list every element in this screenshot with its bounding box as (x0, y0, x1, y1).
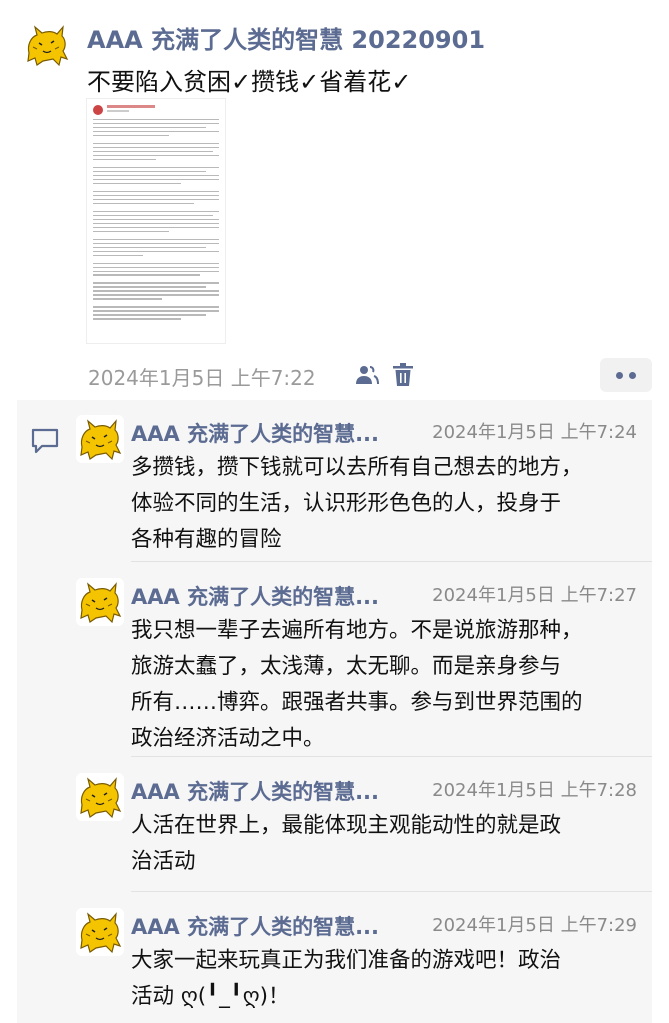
comment-author[interactable]: AAA 充满了人类的智慧... (131, 418, 379, 448)
trash-icon (393, 363, 413, 386)
post-text: 不要陷入贫困✓攒钱✓省着花✓ (87, 68, 412, 96)
post-timestamp: 2024年1月5日 上午7:22 (88, 366, 316, 390)
comment-divider (131, 756, 652, 757)
comment-text: 多攒钱，攒下钱就可以去所有自己想去的地方， 体验不同的生活，认识形形色色的人，投身… (131, 450, 646, 558)
comment-timestamp: 2024年1月5日 上午7:27 (432, 585, 637, 606)
more-dots-icon (616, 371, 623, 379)
comment-text-line: 大家一起来玩真正为我们准备的游戏吧！政治 (131, 948, 562, 973)
more-options-button[interactable] (600, 358, 652, 392)
comment-text-line: 政治经济活动之中。 (131, 726, 325, 751)
comment-author[interactable]: AAA 充满了人类的智慧... (131, 776, 379, 806)
comment-avatar[interactable] (76, 578, 124, 626)
comment-text-line: 治活动 (131, 849, 196, 874)
attached-document-thumbnail[interactable] (86, 98, 226, 344)
comment-text-line: 多攒钱，攒下钱就可以去所有自己想去的地方， (131, 455, 583, 480)
tiger-avatar-icon (80, 777, 122, 819)
comment-timestamp: 2024年1月5日 上午7:29 (432, 915, 637, 936)
comment-text-line: 我只想一辈子去遍所有地方。不是说旅游那种， (131, 618, 583, 643)
comment-avatar[interactable] (76, 773, 124, 821)
post-avatar[interactable] (20, 18, 74, 72)
comment-divider (131, 561, 652, 562)
comment-text-line: 人活在世界上，最能体现主观能动性的就是政 (131, 813, 562, 838)
tiger-avatar-icon (27, 25, 69, 67)
tiger-avatar-icon (80, 582, 122, 624)
comment-author[interactable]: AAA 充满了人类的智慧... (131, 911, 379, 941)
delete-button[interactable] (388, 360, 418, 390)
comment-avatar[interactable] (76, 908, 124, 956)
comment-divider (131, 891, 652, 892)
comment-text-line: 体验不同的生活，认识形形色色的人，投身于 (131, 491, 562, 516)
people-icon (356, 366, 379, 385)
comment-bubble-icon (31, 428, 59, 454)
tiger-avatar-icon (80, 912, 122, 954)
comment-timestamp: 2024年1月5日 上午7:24 (432, 422, 637, 443)
document-text-lines (93, 119, 219, 322)
comment-author[interactable]: AAA 充满了人类的智慧... (131, 581, 379, 611)
comment-text-line: 旅游太蠢了，太浅薄，太无聊。而是亲身参与 (131, 654, 562, 679)
document-logo-icon (93, 105, 103, 115)
comment-avatar[interactable] (76, 415, 124, 463)
tiger-avatar-icon (80, 419, 122, 461)
comment-text: 大家一起来玩真正为我们准备的游戏吧！政治 活动 ღ(╹_╹ღ)！ (131, 943, 646, 1015)
comment-text: 人活在世界上，最能体现主观能动性的就是政 治活动 (131, 808, 646, 880)
visibility-button[interactable] (352, 360, 382, 390)
comment-text: 我只想一辈子去遍所有地方。不是说旅游那种， 旅游太蠢了，太浅薄，太无聊。而是亲身参… (131, 613, 646, 757)
post-author-name[interactable]: AAA 充满了人类的智慧 20220901 (87, 20, 485, 55)
comment-timestamp: 2024年1月5日 上午7:28 (432, 780, 637, 801)
comment-text-line: 所有……博弈。跟强者共事。参与到世界范围的 (131, 690, 583, 715)
comment-text-line: 各种有趣的冒险 (131, 527, 282, 552)
comment-text-line: 活动 ღ(╹_╹ღ)！ (131, 984, 290, 1009)
